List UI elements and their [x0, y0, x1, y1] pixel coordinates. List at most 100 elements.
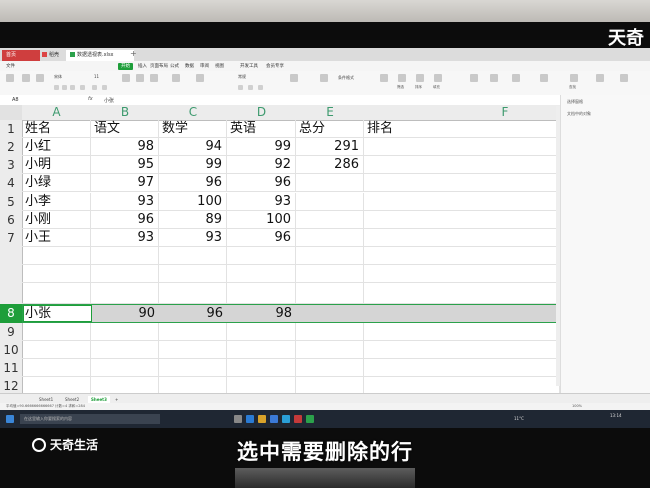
col-header-f[interactable]: F	[364, 105, 560, 120]
cut-icon[interactable]	[22, 74, 30, 82]
table-cell[interactable]	[296, 341, 364, 359]
table-cell[interactable]	[159, 283, 227, 304]
thousands-icon[interactable]	[248, 85, 253, 90]
table-cell[interactable]: 93	[91, 193, 159, 211]
row-header[interactable]: 11	[0, 359, 22, 377]
table-cell[interactable]: 98	[91, 138, 159, 156]
table-cell[interactable]	[22, 341, 91, 359]
table-cell[interactable]	[296, 377, 364, 393]
table-cell[interactable]: 291	[296, 138, 364, 156]
header-cell[interactable]: 语文	[91, 120, 159, 138]
menu-developer[interactable]: 开发工具	[240, 63, 258, 70]
table-cell[interactable]	[227, 265, 296, 283]
function-icon[interactable]: fx	[88, 96, 93, 102]
row-header[interactable]: 3	[0, 156, 22, 174]
table-cell[interactable]: 小张	[22, 304, 91, 323]
table-cell[interactable]	[159, 341, 227, 359]
wrap-text-icon[interactable]	[196, 74, 204, 82]
table-cell[interactable]	[22, 359, 91, 377]
table-cell[interactable]: 96	[227, 229, 296, 247]
table-cell[interactable]: 93	[91, 229, 159, 247]
font-name-select[interactable]: 宋体	[54, 74, 62, 80]
table-tools-icon[interactable]	[540, 74, 548, 82]
table-cell[interactable]	[159, 265, 227, 283]
type-convert-icon[interactable]	[290, 74, 298, 82]
filter-icon[interactable]	[398, 74, 406, 82]
sheet-tab-2[interactable]: Sheet2	[62, 396, 82, 403]
italic-icon[interactable]	[62, 85, 67, 90]
col-header-c[interactable]: C	[159, 105, 227, 120]
sheet-tab-3[interactable]: Sheet3	[88, 396, 110, 403]
tab-home[interactable]: 首页	[2, 50, 40, 61]
percent-icon[interactable]	[238, 85, 243, 90]
table-cell[interactable]	[364, 138, 560, 156]
table-cell[interactable]	[364, 283, 560, 304]
table-cell[interactable]: 小绿	[22, 174, 91, 192]
table-cell[interactable]: 286	[296, 156, 364, 174]
table-cell[interactable]: 小红	[22, 138, 91, 156]
worksheet-icon[interactable]	[490, 74, 498, 82]
tab-workbook[interactable]: 数据透视表.xlsx	[66, 50, 134, 61]
search-icon[interactable]	[570, 74, 578, 82]
table-cell[interactable]	[22, 323, 91, 341]
sum-icon[interactable]	[380, 74, 388, 82]
table-cell[interactable]	[159, 247, 227, 265]
conditional-format-label[interactable]: 条件格式	[338, 75, 354, 81]
table-cell[interactable]: 99	[227, 138, 296, 156]
table-cell[interactable]: 93	[159, 229, 227, 247]
mail-icon[interactable]	[282, 415, 290, 423]
table-cell[interactable]	[364, 359, 560, 377]
header-cell[interactable]: 英语	[227, 120, 296, 138]
table-cell[interactable]: 90	[91, 304, 159, 323]
menu-file[interactable]: 文件	[6, 63, 15, 70]
freeze-panes-icon[interactable]	[512, 74, 520, 82]
table-cell[interactable]	[159, 323, 227, 341]
table-cell[interactable]: 96	[159, 304, 227, 323]
menu-page-layout[interactable]: 页面布局	[150, 63, 168, 70]
spreadsheet-grid[interactable]: A B C D E F 1 2 3 4 5 6 7 8 9 10 11 12 姓…	[0, 105, 560, 393]
font-color-icon[interactable]	[102, 85, 107, 90]
table-cell[interactable]	[227, 377, 296, 393]
edge-icon[interactable]	[246, 415, 254, 423]
table-cell[interactable]	[364, 265, 560, 283]
menu-home[interactable]: 开始	[118, 63, 133, 70]
zoom-level[interactable]: 100%	[572, 404, 582, 408]
col-header-b[interactable]: B	[91, 105, 159, 120]
paste-icon[interactable]	[6, 74, 14, 82]
col-header-a[interactable]: A	[22, 105, 91, 120]
header-cell[interactable]: 姓名	[22, 120, 91, 138]
row-header[interactable]: 10	[0, 341, 22, 359]
underline-icon[interactable]	[70, 85, 75, 90]
table-cell[interactable]	[364, 304, 560, 323]
wps-sheet-icon[interactable]	[306, 415, 314, 423]
windows-start-icon[interactable]	[6, 415, 14, 423]
table-cell[interactable]	[91, 323, 159, 341]
table-cell[interactable]	[91, 247, 159, 265]
table-cell[interactable]	[296, 304, 364, 323]
table-cell[interactable]	[296, 283, 364, 304]
table-cell[interactable]: 小刚	[22, 211, 91, 229]
table-cell[interactable]	[296, 211, 364, 229]
table-cell[interactable]	[91, 341, 159, 359]
header-cell[interactable]: 总分	[296, 120, 364, 138]
table-cell[interactable]: 96	[227, 174, 296, 192]
table-cell[interactable]	[364, 247, 560, 265]
table-cell[interactable]	[364, 341, 560, 359]
table-cell[interactable]	[159, 359, 227, 377]
select-all-corner[interactable]	[0, 105, 22, 120]
table-cell[interactable]	[91, 359, 159, 377]
table-cell[interactable]	[364, 193, 560, 211]
menu-review[interactable]: 审阅	[200, 63, 209, 70]
table-cell[interactable]	[91, 265, 159, 283]
menu-view[interactable]: 视图	[215, 63, 224, 70]
rows-columns-icon[interactable]	[470, 74, 478, 82]
table-cell[interactable]	[364, 211, 560, 229]
header-cell[interactable]: 数学	[159, 120, 227, 138]
border-icon[interactable]	[80, 85, 85, 90]
table-cell[interactable]: 99	[159, 156, 227, 174]
table-cell[interactable]: 93	[227, 193, 296, 211]
row-header[interactable]: 2	[0, 138, 22, 156]
table-cell[interactable]	[364, 323, 560, 341]
table-cell[interactable]	[22, 283, 91, 304]
conditional-format-icon[interactable]	[320, 74, 328, 82]
